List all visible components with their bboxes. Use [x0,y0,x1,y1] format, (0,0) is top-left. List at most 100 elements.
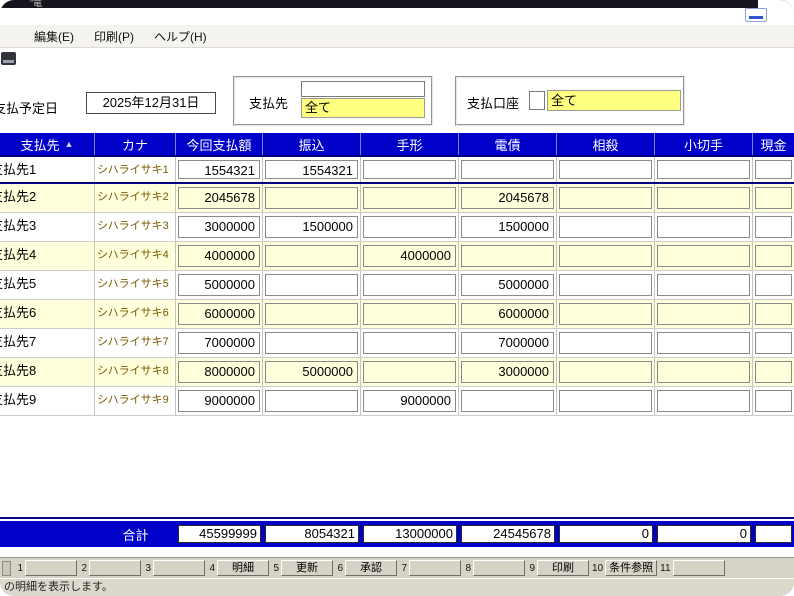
function-key-button-7[interactable] [409,560,461,576]
table-row[interactable]: 支払先6シハライサキ660000006000000 [0,300,794,329]
column-header-6[interactable]: 相殺 [557,133,655,155]
furikomi-value: 5000000 [265,361,358,383]
kana-cell: シハライサキ7 [95,329,176,357]
tegata-value [363,187,456,209]
function-key-button-2[interactable] [89,560,141,576]
kana-cell: シハライサキ1 [95,157,176,182]
function-key-number: 11 [660,563,670,574]
densai-cell: 2045678 [459,184,557,212]
sousai-cell [557,271,655,299]
furikomi-value [265,245,358,267]
function-key-3: 3 [144,560,205,576]
sousai-cell [557,184,655,212]
total-furikomi-cell: 8054321 [263,521,361,547]
furikomi-value [265,303,358,325]
table-row[interactable]: 支払先9シハライサキ990000009000000 [0,387,794,416]
column-header-3[interactable]: 振込 [263,133,361,155]
sousai-cell [557,387,655,415]
tegata-cell [361,300,459,328]
minimize-icon [749,16,763,19]
furikomi-cell [263,387,361,415]
menu-item-0[interactable]: 編集(E) [24,26,84,47]
kogitte-cell [655,157,753,182]
table-row[interactable]: 支払先7シハライサキ770000007000000 [0,329,794,358]
table-row[interactable]: 支払先1シハライサキ115543211554321 [0,155,794,184]
column-header-8[interactable]: 現金 [753,133,794,155]
payment-date-input[interactable]: 2025年12月31日 [86,92,216,114]
payee-name-input[interactable]: 全て [301,98,425,118]
genkin-cell [753,329,794,357]
table-row[interactable]: 支払先5シハライサキ550000005000000 [0,271,794,300]
genkin-cell [753,184,794,212]
genkin-value [755,361,792,383]
amount-value: 6000000 [178,303,260,325]
tegata-value [363,332,456,354]
total-label: 合計 [95,521,176,547]
furikomi-cell [263,242,361,270]
function-key-button-10[interactable]: 条件参照 [605,560,657,576]
function-key-button-9[interactable]: 印刷 [537,560,589,576]
total-kogitte-cell: 0 [655,521,753,547]
sousai-value [559,216,652,238]
footer-gap [0,547,794,557]
column-header-1[interactable]: カナ [95,133,176,155]
genkin-value [755,245,792,267]
column-header-label: 今回支払額 [186,135,251,154]
window-title: “竜 [30,0,42,8]
kogitte-value [657,216,750,238]
total-kogitte-value: 0 [657,525,751,543]
toolbar-print-icon[interactable] [1,52,16,65]
function-key-1: 1 [16,560,77,576]
account-code-input[interactable] [529,91,545,110]
total-densai-cell: 24545678 [459,521,557,547]
function-key-number: 1 [16,563,23,574]
column-header-label: 相殺 [592,135,618,154]
densai-cell: 5000000 [459,271,557,299]
column-header-0[interactable]: 支払先▲ [0,133,95,155]
densai-cell: 6000000 [459,300,557,328]
table-row[interactable]: 支払先2シハライサキ220456782045678 [0,184,794,213]
payee-cell: 支払先4 [0,242,95,270]
furikomi-cell: 5000000 [263,358,361,386]
kana-cell: シハライサキ8 [95,358,176,386]
column-header-5[interactable]: 電債 [459,133,557,155]
function-key-button-3[interactable] [153,560,205,576]
column-header-4[interactable]: 手形 [361,133,459,155]
function-key-button-1[interactable] [25,560,77,576]
kana-cell: シハライサキ3 [95,213,176,241]
sousai-value [559,361,652,383]
function-key-button-11[interactable] [673,560,725,576]
function-key-button-5[interactable]: 更新 [281,560,333,576]
amount-value: 5000000 [178,274,260,296]
function-key-number: 4 [208,563,215,574]
menu-item-1[interactable]: 印刷(P) [84,26,144,47]
menu-item-2[interactable]: ヘルプ(H) [144,26,217,47]
toolbar [0,48,794,72]
app-window: “竜 編集(E)印刷(P)ヘルプ(H) 支払予定日 2025年12月31日 支払… [0,0,794,596]
sousai-value [559,390,652,412]
total-genkin-cell [753,521,794,547]
tegata-cell [361,184,459,212]
densai-value: 5000000 [461,274,554,296]
column-header-7[interactable]: 小切手 [655,133,753,155]
column-header-2[interactable]: 今回支払額 [176,133,263,155]
genkin-cell [753,242,794,270]
densai-cell: 7000000 [459,329,557,357]
account-name-input[interactable]: 全て [547,90,681,111]
table-row[interactable]: 支払先3シハライサキ3300000015000001500000 [0,213,794,242]
furikomi-cell [263,271,361,299]
column-header-label: 支払先 [21,135,60,154]
minimize-button[interactable] [745,8,767,22]
function-key-button-4[interactable]: 明細 [217,560,269,576]
function-key-button-6[interactable]: 承認 [345,560,397,576]
total-row: 合計 45599999 8054321 13000000 24545678 0 … [0,521,794,547]
function-key-6: 6承認 [336,560,397,576]
furikomi-value [265,274,358,296]
amount-cell: 7000000 [176,329,263,357]
table-row[interactable]: 支払先4シハライサキ440000004000000 [0,242,794,271]
table-row[interactable]: 支払先8シハライサキ8800000050000003000000 [0,358,794,387]
payee-cell: 支払先2 [0,184,95,212]
function-bar-edge-button[interactable] [2,561,11,576]
function-key-button-8[interactable] [473,560,525,576]
payee-code-input[interactable] [301,81,425,97]
